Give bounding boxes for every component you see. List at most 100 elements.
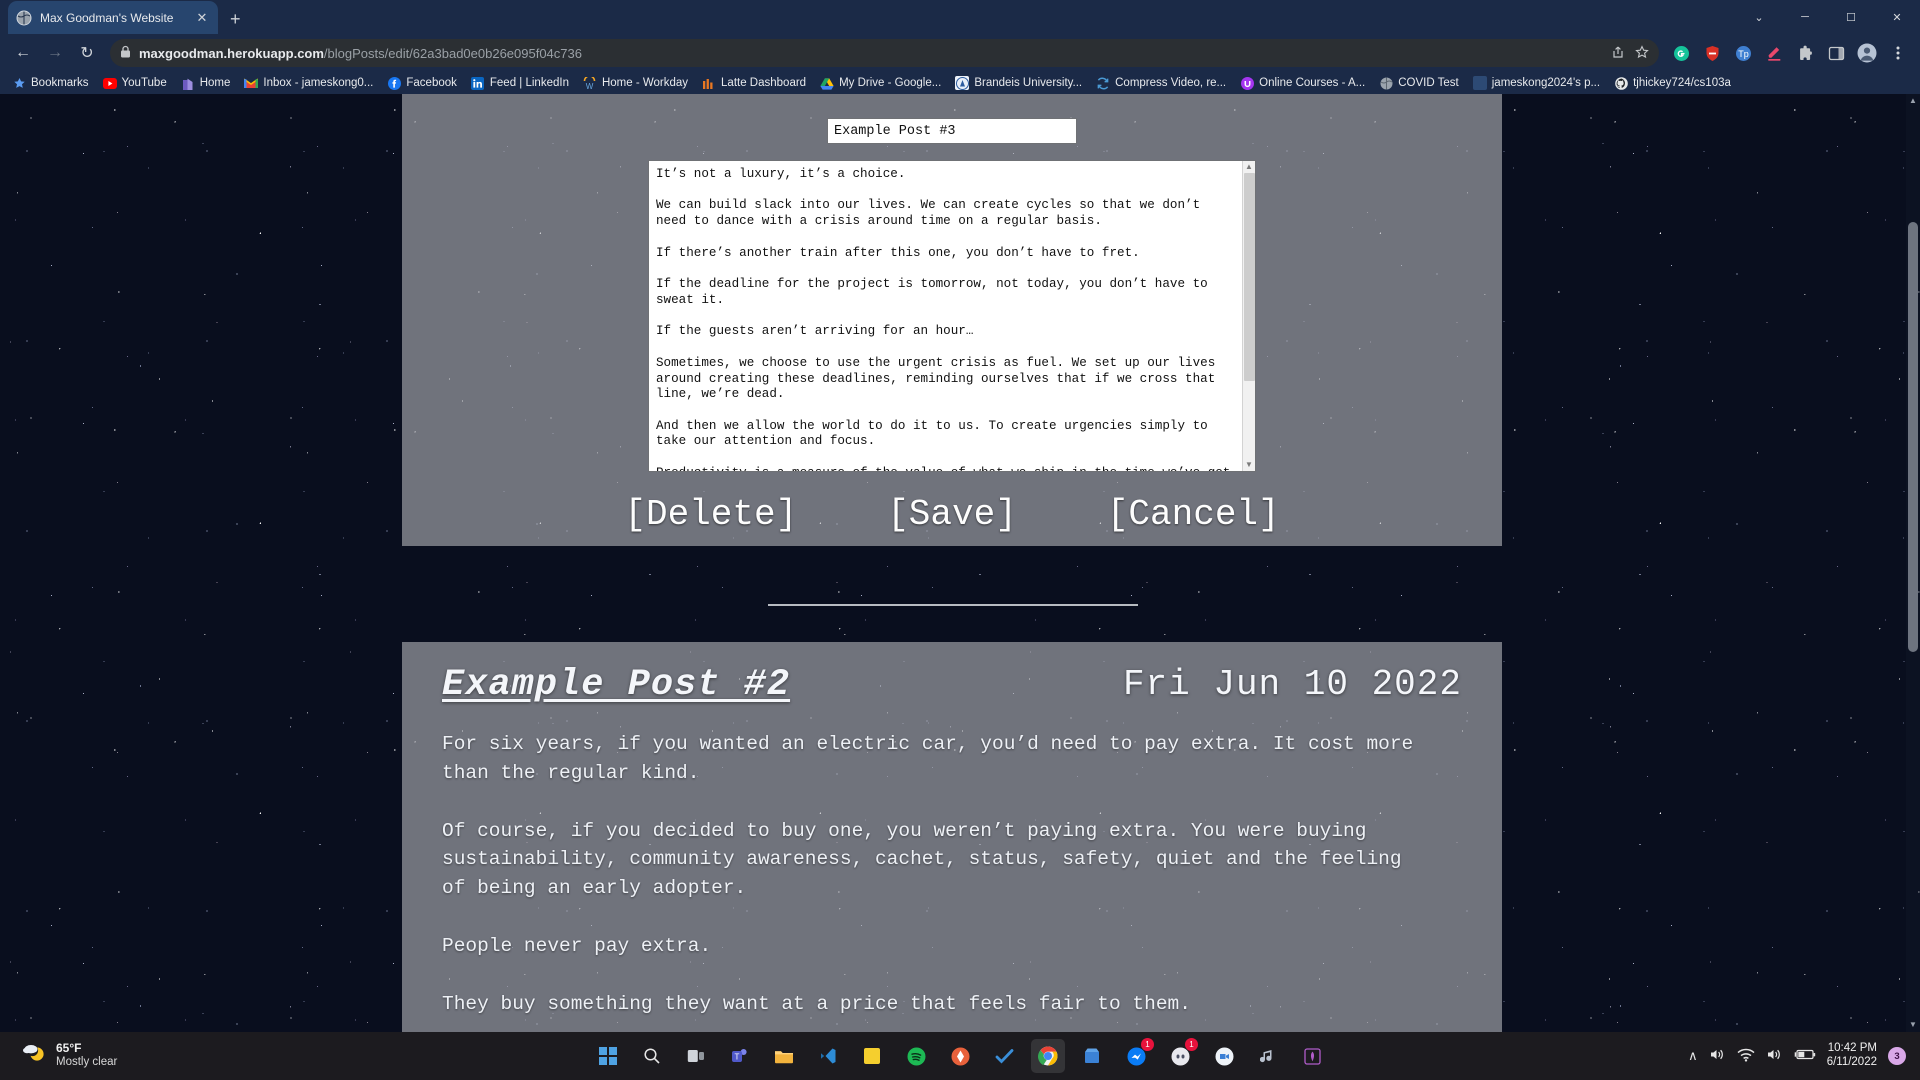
- linkedin-icon: [471, 76, 485, 90]
- scroll-up-icon[interactable]: ▲: [1245, 161, 1253, 173]
- youtube-icon: [102, 76, 117, 90]
- doc-icon: [1472, 76, 1487, 90]
- save-button[interactable]: [Save]: [887, 494, 1017, 535]
- clock-date: 6/11/2022: [1826, 1056, 1877, 1068]
- bookmark-item[interactable]: Home: [175, 74, 237, 92]
- close-window-button[interactable]: ✕: [1874, 0, 1920, 34]
- notes-icon[interactable]: [855, 1039, 889, 1073]
- volume-icon[interactable]: [1709, 1047, 1726, 1065]
- bookmark-item[interactable]: YouTube: [97, 74, 173, 92]
- check-icon[interactable]: [987, 1039, 1021, 1073]
- scrollbar-thumb[interactable]: [1244, 173, 1255, 381]
- moon-cloud-icon: [22, 1043, 48, 1069]
- discord-icon[interactable]: 1: [1163, 1038, 1198, 1073]
- bookmark-item[interactable]: Facebook: [381, 74, 463, 92]
- shield-adblock-icon[interactable]: [1698, 39, 1726, 67]
- weather-text: 65°F Mostly clear: [56, 1042, 117, 1069]
- search-icon[interactable]: [635, 1039, 669, 1073]
- bookmark-item[interactable]: Inbox - jameskong0...: [238, 74, 379, 92]
- bookmark-item[interactable]: Brandeis University...: [949, 74, 1088, 92]
- task-view-icon[interactable]: [679, 1039, 713, 1073]
- post-title-link[interactable]: Example Post #2: [442, 664, 790, 706]
- minimize-button[interactable]: ─: [1782, 0, 1828, 34]
- volume-icon-secondary[interactable]: [1766, 1047, 1783, 1065]
- tab-strip: Max Goodman's Website ✕ + ⌄ ─ ☐ ✕: [0, 0, 1920, 34]
- back-button[interactable]: ←: [8, 38, 38, 68]
- share-icon[interactable]: [1611, 45, 1625, 62]
- maximize-button[interactable]: ☐: [1828, 0, 1874, 34]
- url-domain: maxgoodman.herokuapp.com: [139, 45, 324, 61]
- google-drive-icon: [820, 76, 834, 90]
- forward-button[interactable]: →: [40, 38, 70, 68]
- latte-icon: [702, 76, 716, 90]
- bookmark-label: Bookmarks: [31, 77, 89, 89]
- chrome-icon[interactable]: [1031, 1039, 1065, 1073]
- vscode-icon[interactable]: [811, 1039, 845, 1073]
- globe-icon: [1379, 76, 1393, 90]
- scroll-down-icon[interactable]: ▼: [1245, 459, 1253, 471]
- notification-badge[interactable]: 3: [1888, 1047, 1906, 1065]
- profile-avatar[interactable]: [1853, 39, 1881, 67]
- window-controls: ⌄ ─ ☐ ✕: [1736, 0, 1920, 34]
- url-path: /blogPosts/edit/62a3bad0e0b26e095f04c736: [323, 45, 582, 61]
- sidebar-icon[interactable]: [1822, 39, 1850, 67]
- bookmark-item[interactable]: jameskong2024's p...: [1467, 74, 1606, 92]
- post-title-input[interactable]: [827, 118, 1077, 144]
- browser-tab-active[interactable]: Max Goodman's Website ✕: [8, 1, 218, 34]
- page-scrollbar-thumb[interactable]: [1908, 222, 1918, 652]
- address-bar[interactable]: maxgoodman.herokuapp.com/blogPosts/edit/…: [110, 39, 1659, 67]
- chevron-up-icon[interactable]: ∧: [1688, 1048, 1698, 1064]
- bookmark-item[interactable]: W Home - Workday: [577, 74, 694, 92]
- bookmark-label: Latte Dashboard: [721, 77, 807, 89]
- svg-text:W: W: [586, 82, 594, 90]
- tab-search-chevron-icon[interactable]: ⌄: [1736, 0, 1782, 34]
- folder-icon[interactable]: [767, 1039, 801, 1073]
- cancel-button[interactable]: [Cancel]: [1107, 494, 1280, 535]
- marker-icon[interactable]: [1760, 39, 1788, 67]
- clock-time: 10:42 PM: [1827, 1042, 1877, 1055]
- textarea-scrollbar[interactable]: ▲ ▼: [1242, 161, 1255, 471]
- clock[interactable]: 10:42 PM 6/11/2022: [1827, 1042, 1877, 1070]
- bookmark-label: Feed | LinkedIn: [489, 77, 569, 89]
- delete-button[interactable]: [Delete]: [624, 494, 797, 535]
- wifi-icon[interactable]: [1737, 1048, 1755, 1065]
- bookmark-item[interactable]: COVID Test: [1373, 74, 1465, 92]
- page-scroll-up-icon[interactable]: ▲: [1906, 94, 1920, 108]
- store-icon[interactable]: [1075, 1039, 1109, 1073]
- blog-post-panel: Example Post #2 Fri Jun 10 2022 For six …: [402, 642, 1502, 1032]
- bookmark-item[interactable]: Compress Video, re...: [1090, 74, 1232, 92]
- page-scroll-down-icon[interactable]: ▼: [1906, 1018, 1920, 1032]
- music-icon[interactable]: [1251, 1039, 1285, 1073]
- bookmark-item[interactable]: Online Courses - A...: [1234, 74, 1371, 92]
- post-body-textarea[interactable]: It’s not a luxury, it’s a choice. We can…: [649, 161, 1242, 471]
- reload-button[interactable]: ↻: [72, 38, 102, 68]
- compress-icon: [1096, 76, 1110, 90]
- translate-icon[interactable]: Tp: [1729, 39, 1757, 67]
- menu-kebab-icon[interactable]: [1884, 39, 1912, 67]
- star-icon[interactable]: [1635, 44, 1649, 62]
- weather-widget[interactable]: 65°F Mostly clear: [0, 1042, 300, 1069]
- grammarly-icon[interactable]: [1667, 39, 1695, 67]
- bookmark-item[interactable]: Latte Dashboard: [696, 74, 812, 92]
- battery-charging-icon[interactable]: [1794, 1048, 1816, 1064]
- new-tab-button[interactable]: +: [230, 10, 241, 28]
- facebook-icon: [387, 76, 401, 90]
- bookmark-label: Brandeis University...: [974, 77, 1083, 89]
- extension-puzzle-icon[interactable]: [1791, 39, 1819, 67]
- messenger-icon[interactable]: 1: [1119, 1038, 1154, 1073]
- page-scrollbar[interactable]: ▲ ▼: [1906, 94, 1920, 1032]
- bookmark-item[interactable]: tjhickey724/cs103a: [1608, 74, 1737, 92]
- mongo-icon[interactable]: [1295, 1039, 1329, 1073]
- zoom-icon[interactable]: [1207, 1039, 1241, 1073]
- start-button[interactable]: [591, 1039, 625, 1073]
- bookmark-item[interactable]: Feed | LinkedIn: [465, 74, 575, 92]
- close-icon[interactable]: ✕: [194, 10, 210, 26]
- bookmark-item[interactable]: Bookmarks: [6, 74, 95, 92]
- bookmark-item[interactable]: My Drive - Google...: [814, 74, 947, 92]
- camera-icon[interactable]: [943, 1039, 977, 1073]
- teams-icon[interactable]: T: [723, 1039, 757, 1073]
- bookmark-label: Compress Video, re...: [1115, 77, 1227, 89]
- gmail-icon: [244, 76, 259, 90]
- spotify-icon[interactable]: [899, 1039, 933, 1073]
- edit-actions: [Delete] [Save] [Cancel]: [402, 494, 1502, 535]
